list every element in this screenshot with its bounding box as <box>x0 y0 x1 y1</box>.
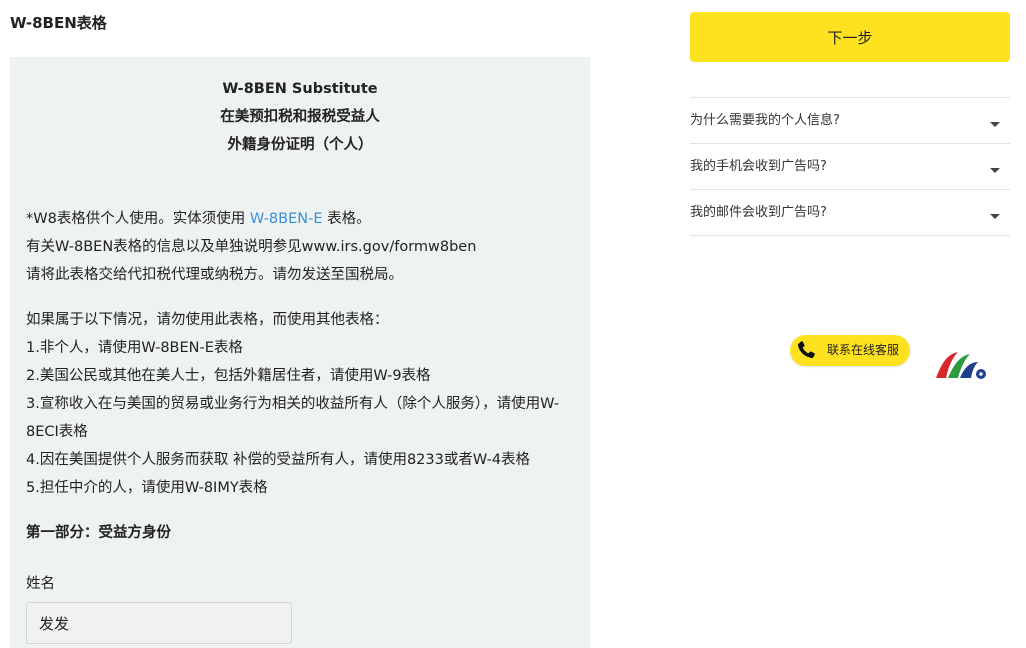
faq-question: 我的手机会收到广告吗? <box>690 159 827 174</box>
faq-item-why-personal-info[interactable]: 为什么需要我的个人信息? <box>690 98 1010 144</box>
form-panel: W-8BEN Substitute 在美预扣税和报税受益人 外籍身份证明（个人）… <box>10 57 590 648</box>
form-heading-line2: 在美预扣税和报税受益人 <box>220 109 380 125</box>
section-title: 第一部分：受益方身份 <box>26 525 171 541</box>
phone-icon <box>797 341 815 359</box>
condition-item: 1.非个人，请使用W-8BEN-E表格 <box>26 340 243 356</box>
condition-item: 3.宣称收入在与美国的贸易或业务行为相关的收益所有人（除个人服务），请使用W-8… <box>26 396 560 440</box>
chevron-down-icon <box>990 122 1000 127</box>
form-heading-line1: W-8BEN Substitute <box>222 81 378 97</box>
conditions-intro: 如果属于以下情况，请勿使用此表格，而使用其他表格： <box>26 312 389 328</box>
intro-line-3: 请将此表格交给代扣税代理或纳税方。请勿发送至国税局。 <box>26 267 403 283</box>
faq-list: 为什么需要我的个人信息? 我的手机会收到广告吗? 我的邮件会收到广告吗? <box>690 97 1010 236</box>
condition-item: 4.因在美国提供个人服务而获取 补偿的受益所有人，请使用8233或者W-4表格 <box>26 452 531 468</box>
online-support-button[interactable]: 联系在线客服 <box>790 335 910 366</box>
condition-item: 2.美国公民或其他在美人士，包括外籍居住者，请使用W-9表格 <box>26 368 431 384</box>
next-button[interactable]: 下一步 <box>690 12 1010 62</box>
page-title: W-8BEN表格 <box>10 14 107 32</box>
faq-question: 为什么需要我的个人信息? <box>690 113 840 128</box>
w8ben-e-link[interactable]: W-8BEN-E <box>250 211 323 227</box>
chevron-down-icon <box>990 168 1000 173</box>
conditions-list: 如果属于以下情况，请勿使用此表格，而使用其他表格： 1.非个人，请使用W-8BE… <box>26 306 574 502</box>
form-heading-line3: 外籍身份证明（个人） <box>227 137 373 153</box>
intro-line-1-suffix: 表格。 <box>322 211 371 227</box>
page: W-8BEN表格 W-8BEN Substitute 在美预扣税和报税受益人 外… <box>0 0 1026 648</box>
faq-question: 我的邮件会收到广告吗? <box>690 205 827 220</box>
online-support-label: 联系在线客服 <box>827 343 900 357</box>
intro-line-2: 有关W-8BEN表格的信息以及单独说明参见www.irs.gov/formw8b… <box>26 239 477 255</box>
name-label: 姓名 <box>26 576 55 592</box>
chevron-down-icon <box>990 214 1000 219</box>
brand-logo <box>936 352 986 379</box>
faq-item-phone-ads[interactable]: 我的手机会收到广告吗? <box>690 144 1010 190</box>
intro-line-1-prefix: *W8表格供个人使用。实体须使用 <box>26 211 250 227</box>
intro-line-1: *W8表格供个人使用。实体须使用 W-8BEN-E 表格。 <box>26 205 574 233</box>
name-input[interactable] <box>26 602 292 644</box>
condition-item: 5.担任中介的人，请使用W-8IMY表格 <box>26 480 268 496</box>
intro-text: *W8表格供个人使用。实体须使用 W-8BEN-E 表格。 有关W-8BEN表格… <box>26 205 574 289</box>
faq-item-email-ads[interactable]: 我的邮件会收到广告吗? <box>690 190 1010 236</box>
